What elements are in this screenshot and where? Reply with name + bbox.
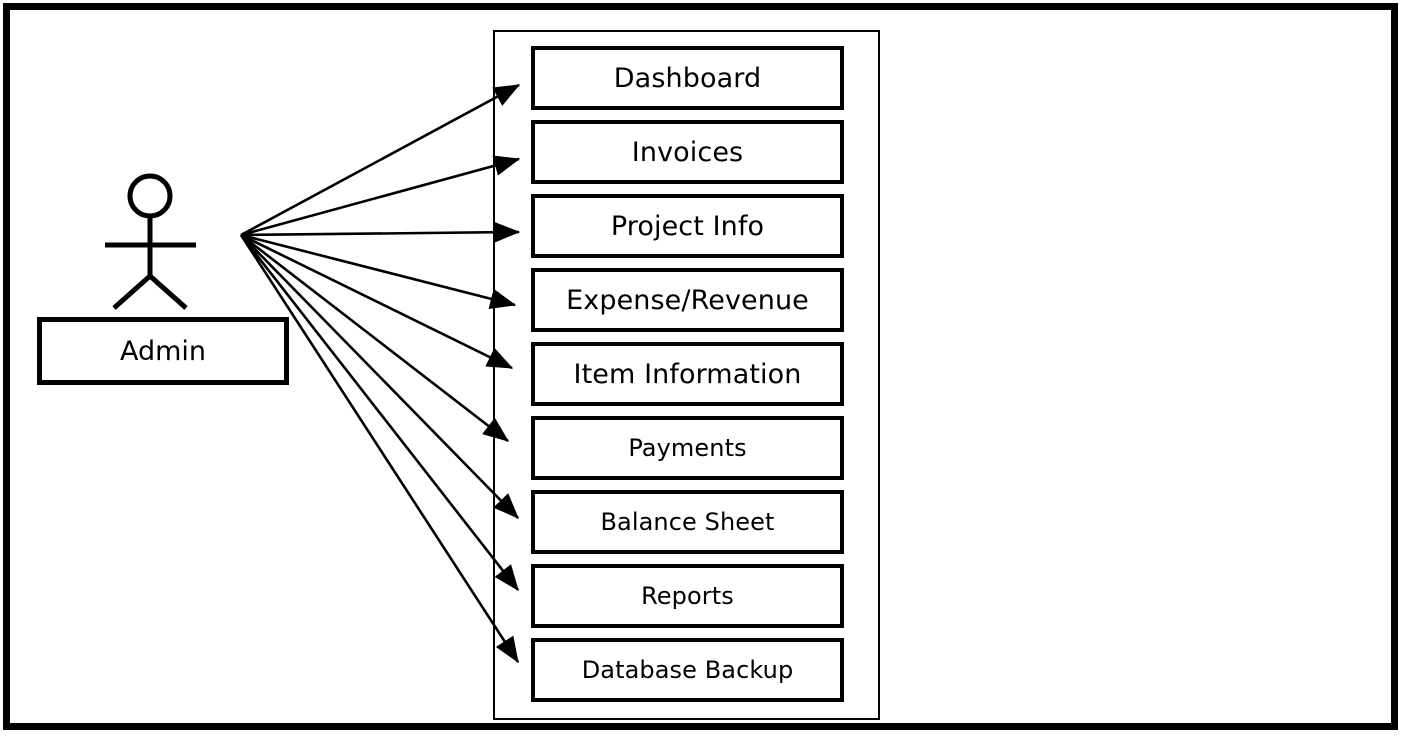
use-case-label: Dashboard (613, 62, 762, 94)
use-case-label: Project Info (610, 210, 765, 242)
use-case-label: Item Information (573, 358, 802, 390)
use-case-label: Expense/Revenue (566, 284, 809, 316)
use-case-dashboard[interactable]: Dashboard (531, 46, 844, 110)
use-case-label: Payments (628, 434, 747, 462)
use-case-label: Invoices (631, 136, 744, 168)
use-case-item-information[interactable]: Item Information (531, 342, 844, 406)
actor-name-box: Admin (37, 317, 289, 385)
use-case-database-backup[interactable]: Database Backup (531, 638, 844, 702)
use-case-reports[interactable]: Reports (531, 564, 844, 628)
diagram-canvas: Admin Dashboard Invoices Project Info Ex… (0, 0, 1408, 742)
use-case-label: Balance Sheet (600, 508, 775, 536)
use-case-label: Database Backup (581, 656, 794, 684)
use-case-list: Dashboard Invoices Project Info Expense/… (531, 46, 844, 704)
use-case-expense-revenue[interactable]: Expense/Revenue (531, 268, 844, 332)
use-case-payments[interactable]: Payments (531, 416, 844, 480)
actor-admin-figure (96, 168, 208, 313)
use-case-label: Reports (641, 582, 734, 610)
use-case-invoices[interactable]: Invoices (531, 120, 844, 184)
actor-name-label: Admin (119, 335, 207, 367)
use-case-project-info[interactable]: Project Info (531, 194, 844, 258)
stick-figure-icon (105, 173, 196, 310)
use-case-balance-sheet[interactable]: Balance Sheet (531, 490, 844, 554)
